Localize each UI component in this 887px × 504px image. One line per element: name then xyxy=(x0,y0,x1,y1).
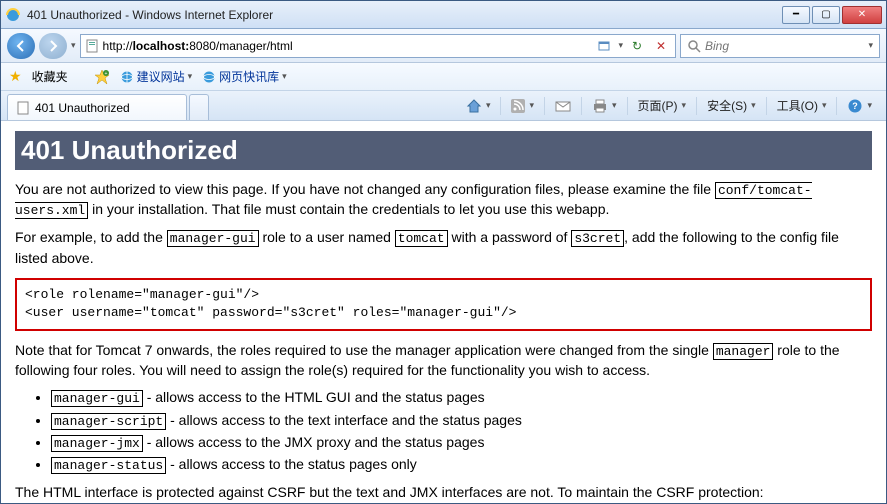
nav-history-dropdown-icon[interactable]: ▾ xyxy=(71,40,76,51)
address-dropdown-icon[interactable]: ▾ xyxy=(618,40,623,51)
refresh-button[interactable]: ↻ xyxy=(627,36,647,56)
stop-button[interactable]: ✕ xyxy=(651,36,671,56)
compat-view-icon[interactable] xyxy=(594,36,614,56)
paragraph: The HTML interface is protected against … xyxy=(15,483,872,503)
page-content: 401 Unauthorized You are not authorized … xyxy=(1,121,886,503)
favorites-bar: ★ 收藏夹 + 建议网站▾ 网页快讯库▾ xyxy=(1,63,886,91)
print-button[interactable]: ▾ xyxy=(592,99,617,113)
list-item: manager-jmx - allows access to the JMX p… xyxy=(51,433,872,453)
tab-active[interactable]: 401 Unauthorized xyxy=(7,94,187,120)
code-example: <role rolename="manager-gui"/> <user use… xyxy=(15,278,872,330)
tools-menu[interactable]: 工具(O)▾ xyxy=(777,97,827,114)
roles-list: manager-gui - allows access to the HTML … xyxy=(51,388,872,475)
list-item: manager-status - allows access to the st… xyxy=(51,455,872,475)
svg-text:+: + xyxy=(104,71,107,77)
page-icon xyxy=(85,39,99,53)
paragraph: For example, to add the manager-gui role… xyxy=(15,228,872,268)
favorites-label[interactable]: 收藏夹 xyxy=(32,68,68,85)
browser-window: 401 Unauthorized - Windows Internet Expl… xyxy=(0,0,887,504)
forward-button[interactable] xyxy=(39,33,67,59)
search-dropdown-icon[interactable]: ▾ xyxy=(868,40,873,51)
readmail-button[interactable] xyxy=(555,99,571,113)
add-favorite-icon[interactable]: + xyxy=(94,69,110,85)
list-item: manager-script - allows access to the te… xyxy=(51,411,872,431)
page-menu[interactable]: 页面(P)▾ xyxy=(638,97,687,114)
minimize-button[interactable]: ━ xyxy=(782,6,810,24)
nav-toolbar: ▾ http://localhost:8080/manager/html ▾ ↻… xyxy=(1,29,886,63)
paragraph: Note that for Tomcat 7 onwards, the role… xyxy=(15,341,872,381)
titlebar: 401 Unauthorized - Windows Internet Expl… xyxy=(1,1,886,29)
maximize-button[interactable]: ▢ xyxy=(812,6,840,24)
command-bar: ▾ ▾ ▾ 页面(P)▾ 安全(S)▾ 工具(O)▾ ?▾ xyxy=(466,91,880,120)
suggested-sites-link[interactable]: 建议网站▾ xyxy=(120,68,193,85)
favorites-star-icon[interactable]: ★ xyxy=(9,68,22,85)
safety-menu[interactable]: 安全(S)▾ xyxy=(707,97,756,114)
tab-title: 401 Unauthorized xyxy=(35,101,130,115)
paragraph: You are not authorized to view this page… xyxy=(15,180,872,220)
ie-logo-icon xyxy=(5,7,21,23)
svg-text:?: ? xyxy=(853,101,859,111)
list-item: manager-gui - allows access to the HTML … xyxy=(51,388,872,408)
window-controls: ━ ▢ ✕ xyxy=(782,6,882,24)
error-heading: 401 Unauthorized xyxy=(15,131,872,170)
webslice-gallery-link[interactable]: 网页快讯库▾ xyxy=(202,68,287,85)
search-bar[interactable]: ▾ xyxy=(680,34,880,58)
address-url: http://localhost:8080/manager/html xyxy=(103,39,293,53)
search-input[interactable] xyxy=(705,39,864,53)
help-button[interactable]: ?▾ xyxy=(847,98,872,114)
new-tab-button[interactable] xyxy=(189,94,209,120)
tab-bar: 401 Unauthorized ▾ ▾ ▾ 页面(P)▾ 安全(S)▾ xyxy=(1,91,886,121)
back-button[interactable] xyxy=(7,33,35,59)
window-title: 401 Unauthorized - Windows Internet Expl… xyxy=(27,8,782,22)
home-button[interactable]: ▾ xyxy=(466,98,491,114)
page-icon xyxy=(16,101,30,115)
feeds-button[interactable]: ▾ xyxy=(511,99,534,113)
close-button[interactable]: ✕ xyxy=(842,6,882,24)
address-bar[interactable]: http://localhost:8080/manager/html ▾ ↻ ✕ xyxy=(80,34,676,58)
search-icon xyxy=(687,39,701,53)
